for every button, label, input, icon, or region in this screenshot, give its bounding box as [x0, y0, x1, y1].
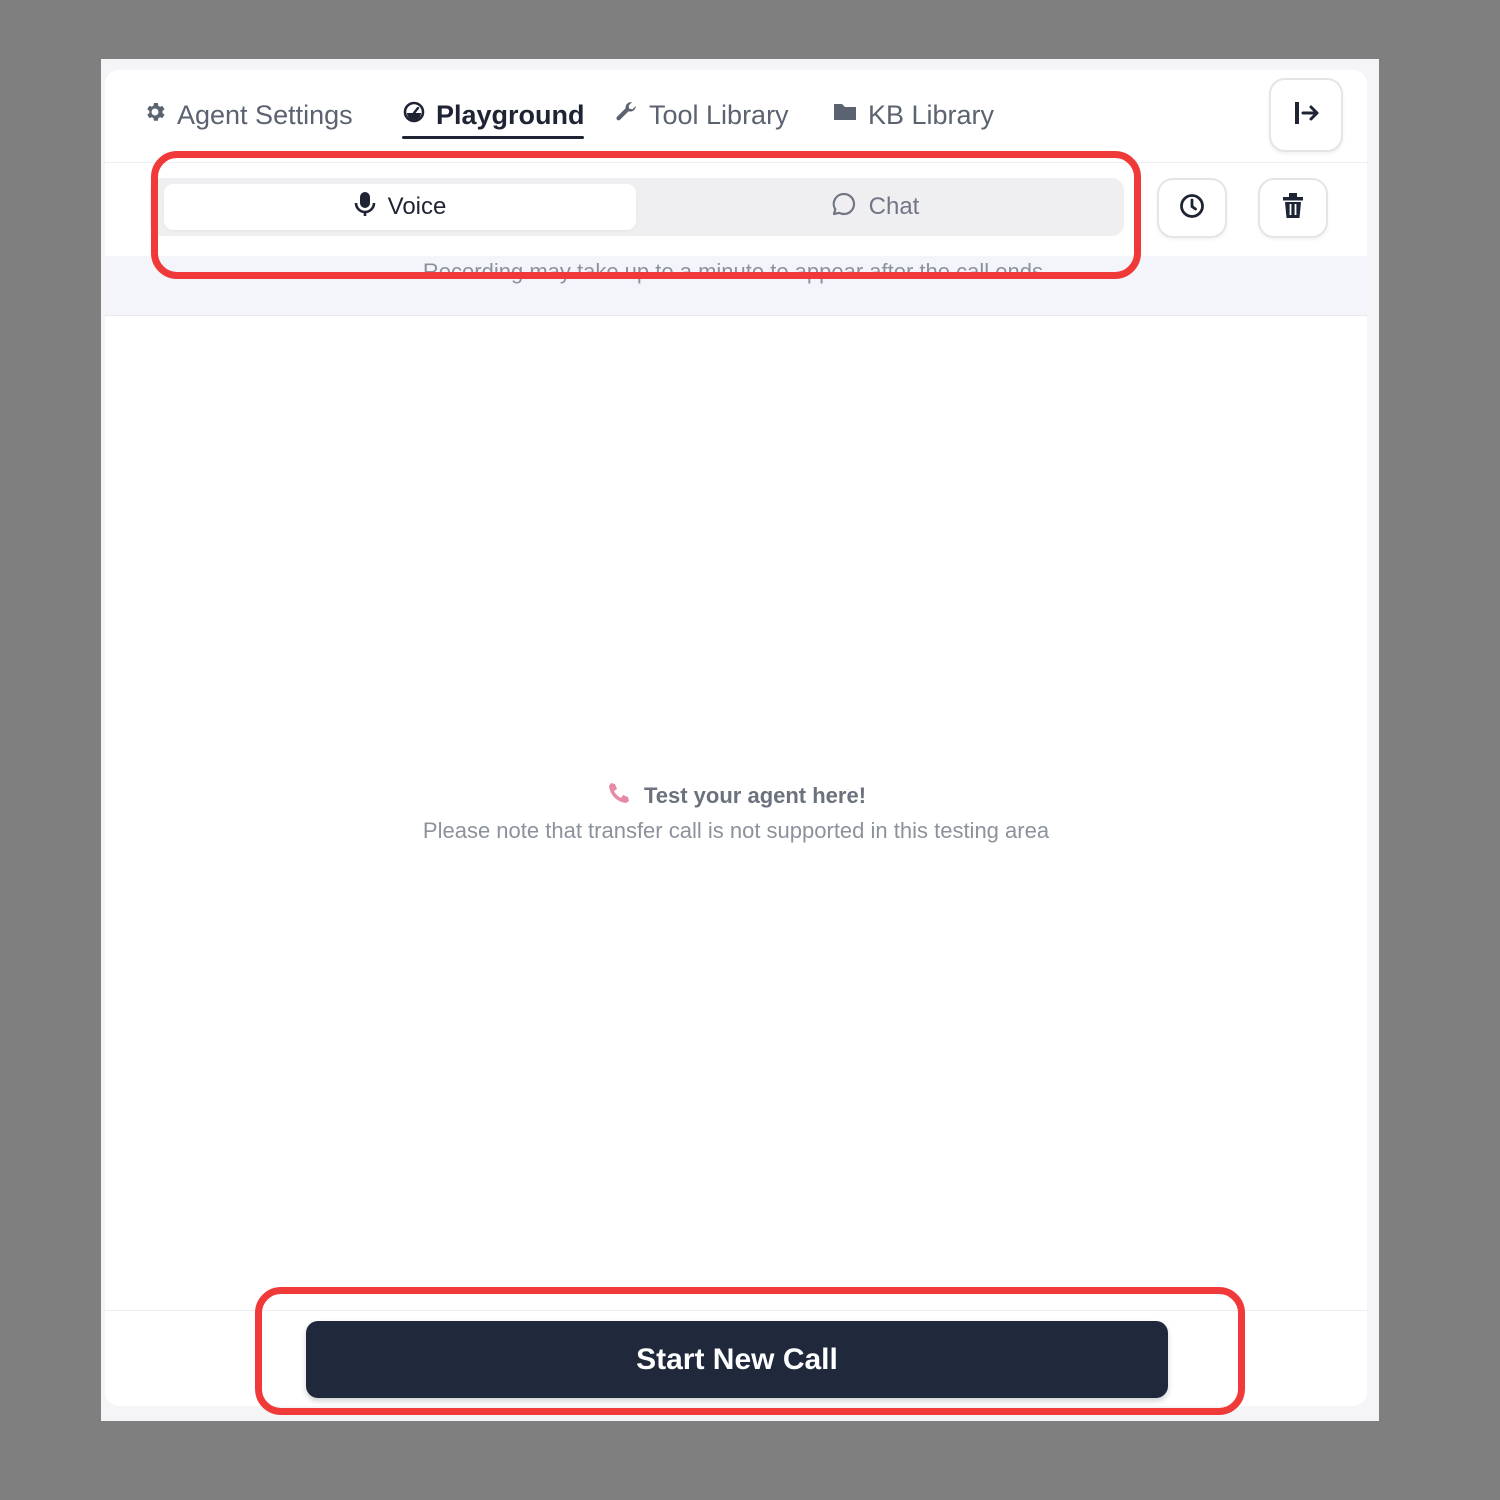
folder-icon [832, 100, 858, 131]
tab-tool-library[interactable]: Tool Library [613, 94, 789, 136]
tab-agent-settings[interactable]: Agent Settings [143, 94, 353, 136]
recording-notice: Recording may take up to a minute to app… [105, 256, 1367, 316]
clock-icon [1178, 192, 1206, 225]
trash-icon [1280, 192, 1306, 225]
playground-card: Agent Settings Playground Tool Library K [105, 70, 1367, 1406]
chat-bubble-icon [831, 191, 857, 224]
mode-voice-label: Voice [387, 193, 447, 220]
exit-button[interactable] [1269, 78, 1343, 152]
top-navigation: Agent Settings Playground Tool Library K [105, 70, 1367, 163]
gauge-icon [402, 100, 426, 131]
tab-agent-settings-label: Agent Settings [177, 99, 353, 130]
mode-chat-label: Chat [868, 193, 920, 220]
microphone-icon [354, 191, 376, 224]
exit-arrow-icon [1291, 98, 1321, 133]
phone-icon [606, 780, 632, 812]
delete-button[interactable] [1258, 178, 1328, 238]
empty-state-title-text: Test your agent here! [643, 783, 867, 808]
tab-playground-label: Playground [436, 99, 585, 130]
mode-toggle: Voice Chat [150, 178, 1124, 236]
playground-panel: Agent Settings Playground Tool Library K [101, 59, 1379, 1421]
wrench-icon [613, 99, 639, 132]
empty-state-title: Test your agent here! [105, 780, 1367, 812]
tab-kb-library[interactable]: KB Library [832, 94, 994, 136]
active-tab-indicator [402, 136, 584, 139]
footer-divider [105, 1310, 1367, 1311]
history-button[interactable] [1157, 178, 1227, 238]
tab-tool-library-label: Tool Library [649, 99, 789, 130]
empty-state-subtitle: Please note that transfer call is not su… [422, 818, 1050, 843]
tab-playground[interactable]: Playground [402, 94, 585, 136]
tab-kb-library-label: KB Library [868, 99, 995, 130]
mode-voice-button[interactable]: Voice [164, 184, 636, 230]
start-new-call-button[interactable]: Start New Call [306, 1321, 1168, 1398]
gear-icon [143, 100, 167, 131]
recording-notice-text: Recording may take up to a minute to app… [422, 259, 1050, 284]
mode-chat-button[interactable]: Chat [638, 184, 1112, 230]
